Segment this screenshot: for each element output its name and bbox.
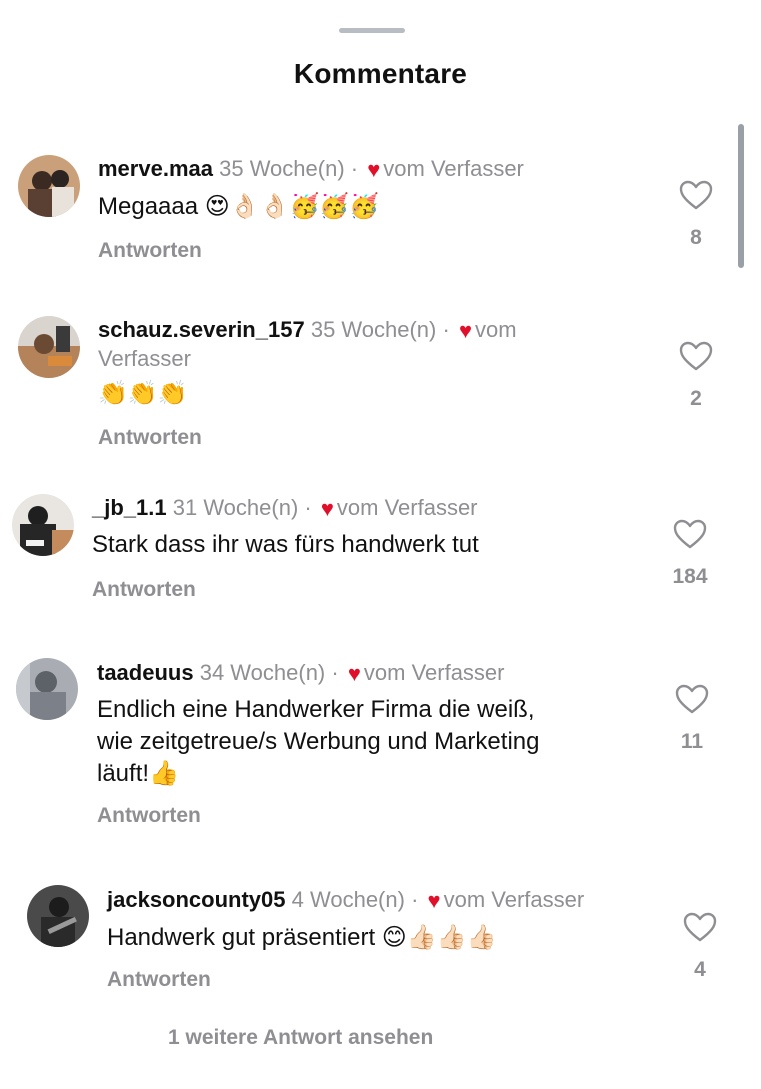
heart-filled-icon: ♥ [367, 157, 381, 182]
heart-outline-icon[interactable] [679, 180, 713, 210]
comment-meta: taadeuus 34 Woche(n) · ♥ vom Verfasser [97, 660, 505, 686]
comment-text: Stark dass ihr was fürs handwerk tut [92, 531, 479, 558]
comment-time: 31 Woche(n) [172, 495, 299, 520]
comment-username[interactable]: jacksoncounty05 [107, 887, 286, 912]
sheet-title: Kommentare [293, 58, 468, 89]
heart-outline-icon[interactable] [683, 912, 717, 942]
like-control[interactable]: 184 [660, 519, 720, 589]
scrollbar[interactable] [738, 124, 744, 268]
comment-meta: schauz.severin_157 35 Woche(n) · ♥ vom Ve… [98, 317, 517, 371]
comment-time: 34 Woche(n) [199, 660, 326, 685]
avatar[interactable] [12, 494, 74, 556]
heart-filled-icon: ♥ [427, 888, 441, 913]
reply-button[interactable]: Antworten [107, 968, 211, 992]
heart-filled-icon: ♥ [458, 318, 472, 343]
author-like-label: vom Verfasser [336, 495, 478, 520]
like-count: 4 [694, 958, 706, 981]
heart-outline-icon[interactable] [675, 684, 709, 714]
like-count: 11 [680, 730, 704, 753]
comment-text: 👏👏👏 [98, 380, 188, 407]
reply-button[interactable]: Antworten [97, 804, 201, 828]
comment-time: 35 Woche(n) [310, 317, 437, 342]
avatar[interactable] [18, 316, 80, 378]
comment-username[interactable]: taadeuus [97, 660, 194, 685]
heart-outline-icon[interactable] [673, 519, 707, 549]
view-more-replies-button[interactable]: 1 weitere Antwort ansehen [168, 1026, 433, 1050]
author-like-label: vom Verfasser [363, 660, 505, 685]
comment-text: Endlich eine Handwerker Firma die weiß, … [97, 696, 540, 787]
reply-button[interactable]: Antworten [92, 578, 196, 602]
like-count: 184 [672, 565, 708, 588]
heart-outline-icon[interactable] [679, 341, 713, 371]
reply-button[interactable]: Antworten [98, 239, 202, 263]
like-control[interactable]: 2 [666, 341, 726, 411]
avatar[interactable] [16, 658, 78, 720]
comment-meta: merve.maa 35 Woche(n) · ♥ vom Verfasser [98, 156, 524, 182]
comment-username[interactable]: merve.maa [98, 156, 213, 181]
like-count: 2 [690, 387, 702, 410]
comment-username[interactable]: _jb_1.1 [92, 495, 167, 520]
reply-button[interactable]: Antworten [98, 426, 202, 450]
comment-meta: jacksoncounty05 4 Woche(n) · ♥ vom Verfas… [107, 887, 585, 913]
avatar[interactable] [18, 155, 80, 217]
comment-text: Megaaaa 😍👌🏻👌🏻🥳🥳🥳 [98, 193, 380, 220]
author-like-label: vom Verfasser [383, 156, 524, 181]
comment-text: Handwerk gut präsentiert 😊👍🏻👍🏻👍🏻 [107, 924, 497, 951]
comment-username[interactable]: schauz.severin_157 [98, 317, 305, 342]
like-control[interactable]: 11 [662, 684, 722, 754]
comment-time: 4 Woche(n) [291, 887, 405, 912]
heart-filled-icon: ♥ [320, 496, 334, 521]
comment-time: 35 Woche(n) [219, 156, 345, 181]
like-control[interactable]: 4 [670, 912, 730, 982]
like-count: 8 [690, 226, 702, 249]
author-like-label: vom Verfasser [443, 887, 585, 912]
sheet-grabber[interactable] [339, 28, 405, 33]
comment-meta: _jb_1.1 31 Woche(n) · ♥ vom Verfasser [92, 495, 478, 521]
heart-filled-icon: ♥ [347, 661, 361, 686]
avatar[interactable] [27, 885, 89, 947]
like-control[interactable]: 8 [666, 180, 726, 250]
